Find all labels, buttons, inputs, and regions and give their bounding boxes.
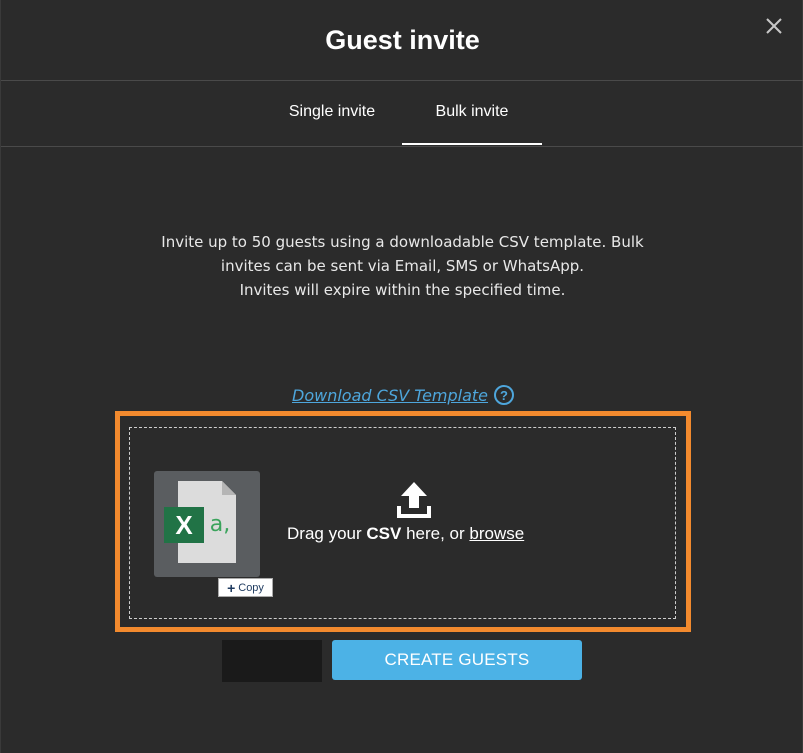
plus-icon: + (227, 579, 236, 596)
invite-tabs: Single invite Bulk invite (1, 81, 803, 147)
excel-file-icon: X a, (154, 471, 260, 577)
dialog-header: Guest invite (1, 0, 803, 81)
download-csv-template-link[interactable]: Download CSV Template (292, 386, 488, 405)
description-line: Invites will expire within the specified… (239, 281, 566, 299)
browse-link[interactable]: browse (469, 524, 524, 543)
dropzone-instruction: Drag your CSV here, or browse (287, 524, 524, 544)
secondary-button[interactable] (222, 640, 322, 682)
guest-invite-dialog: Guest invite Single invite Bulk invite I… (0, 0, 803, 753)
excel-letter: X (175, 510, 193, 540)
description-line: invites can be sent via Email, SMS or Wh… (220, 257, 585, 275)
copy-label: Copy (238, 581, 264, 594)
excel-cell-text: a, (210, 512, 230, 537)
download-template-row: Download CSV Template ? (292, 383, 515, 407)
drag-copy-tooltip: + Copy (218, 578, 273, 597)
dialog-title: Guest invite (325, 25, 480, 55)
tab-bulk-invite[interactable]: Bulk invite (402, 81, 542, 145)
description-line: Invite up to 50 guests using a downloada… (161, 233, 644, 251)
tab-single-invite[interactable]: Single invite (263, 81, 401, 145)
drag-middle: here, or (401, 524, 470, 543)
create-guests-button[interactable]: CREATE GUESTS (332, 640, 582, 680)
upload-icon (397, 480, 431, 520)
drag-prefix: Drag your (287, 524, 367, 543)
csv-format-label: CSV (366, 524, 402, 543)
close-icon[interactable] (764, 16, 784, 36)
question-circle-icon[interactable]: ? (494, 385, 515, 405)
bulk-invite-description: Invite up to 50 guests using a downloada… (141, 230, 664, 302)
